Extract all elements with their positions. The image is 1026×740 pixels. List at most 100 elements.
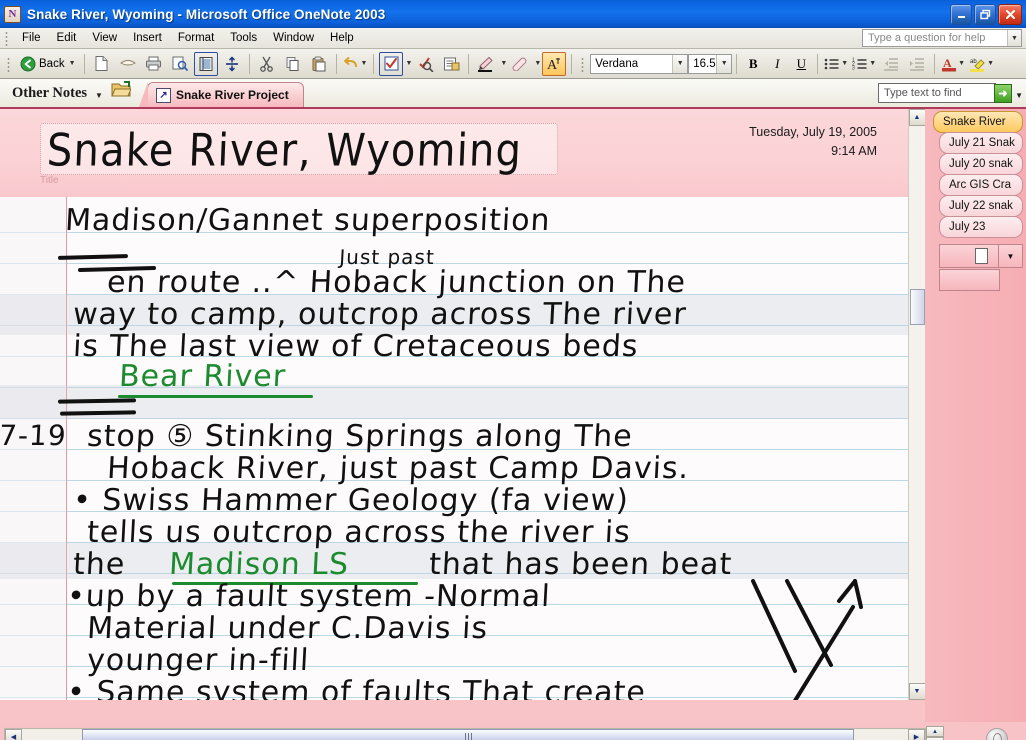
chevron-down-icon[interactable]: ▼: [716, 54, 732, 73]
copy-icon[interactable]: [281, 52, 305, 76]
toolbar-separator: [817, 53, 819, 74]
folder-name-label[interactable]: Other Notes: [0, 85, 95, 107]
note-body[interactable]: Madison/Gannet superposition Just past en …: [0, 197, 925, 700]
print-preview-icon[interactable]: [168, 52, 192, 76]
new-page-icon[interactable]: [90, 52, 114, 76]
close-button[interactable]: [998, 3, 1022, 25]
menu-help[interactable]: Help: [322, 30, 362, 46]
menu-tools[interactable]: Tools: [222, 30, 265, 46]
onenote-orb-icon[interactable]: [986, 728, 1008, 740]
undo-icon[interactable]: ▼: [342, 52, 369, 76]
open-folder-icon[interactable]: [111, 80, 137, 107]
note-ink-line: Madison/Gannet superposition: [64, 203, 552, 238]
bullets-icon[interactable]: ▼: [823, 52, 849, 76]
paste-icon[interactable]: [307, 52, 331, 76]
scroll-right-button[interactable]: ▶: [908, 729, 925, 740]
restore-button[interactable]: [974, 3, 996, 25]
chevron-down-icon[interactable]: ▼: [987, 60, 994, 67]
toolbar-separator: [736, 53, 738, 74]
chevron-down-icon[interactable]: ▼: [95, 91, 111, 107]
font-family-select[interactable]: Verdana ▼: [590, 53, 689, 74]
chevron-down-icon[interactable]: ▼: [534, 60, 541, 67]
menu-format[interactable]: Format: [170, 30, 222, 46]
svg-text:A: A: [943, 56, 952, 70]
eraser-icon[interactable]: [508, 52, 532, 76]
window-controls: [950, 3, 1024, 25]
pen-icon[interactable]: [474, 52, 498, 76]
cut-icon[interactable]: [255, 52, 279, 76]
scroll-left-button[interactable]: ◀: [5, 729, 22, 740]
page-tab-1[interactable]: July 21 Snak: [939, 132, 1023, 154]
menu-window[interactable]: Window: [265, 30, 322, 46]
horizontal-scroll-track[interactable]: [22, 729, 908, 740]
toolbar-gripper[interactable]: [5, 55, 14, 72]
chevron-down-icon[interactable]: ▼: [1015, 91, 1023, 100]
section-tab-snake-river-project[interactable]: ↗ Snake River Project: [138, 82, 304, 107]
page-vertical-scrollbar[interactable]: ▲ ▼: [908, 109, 926, 700]
page-scroll-buttons[interactable]: ▲ ▼: [926, 726, 944, 740]
decrease-indent-icon[interactable]: [879, 52, 903, 76]
find-input[interactable]: Type text to find: [878, 83, 996, 103]
menu-gripper[interactable]: [3, 30, 12, 46]
horizontal-scroll-thumb[interactable]: [82, 729, 854, 740]
chevron-down-icon[interactable]: ▼: [1007, 30, 1021, 46]
formatting-toolbar-gripper[interactable]: [579, 55, 589, 72]
chevron-down-icon[interactable]: ▼: [361, 60, 368, 67]
font-color-icon[interactable]: A ▼: [940, 52, 966, 76]
print-icon[interactable]: [142, 52, 166, 76]
underline-button[interactable]: U: [790, 53, 812, 75]
page-tab-overflow-strip[interactable]: [939, 269, 1000, 291]
page-date-block[interactable]: Tuesday, July 19, 2005 9:14 AM: [749, 123, 877, 161]
back-button[interactable]: Back ▼: [16, 52, 80, 76]
chevron-down-icon[interactable]: ▼: [841, 60, 848, 67]
bold-button[interactable]: B: [742, 53, 764, 75]
chevron-down-icon[interactable]: ▼: [672, 54, 688, 73]
increase-indent-icon[interactable]: [905, 52, 929, 76]
page-setup-icon[interactable]: [220, 52, 244, 76]
new-side-note-icon[interactable]: [116, 52, 140, 76]
scroll-down-button[interactable]: ▼: [908, 683, 926, 700]
font-size-select[interactable]: 16.5 ▼: [688, 53, 733, 74]
selection-tool-icon[interactable]: A: [542, 51, 567, 76]
italic-button[interactable]: I: [766, 53, 788, 75]
go-arrow-icon[interactable]: ➜: [994, 84, 1012, 103]
section-icon: ↗: [155, 87, 171, 103]
page-tab-0[interactable]: Snake River: [933, 111, 1023, 133]
rule-lines-icon[interactable]: [193, 51, 218, 76]
tag-note-icon[interactable]: [379, 51, 404, 76]
page-tab-label: July 22 snak: [949, 200, 1013, 212]
note-page[interactable]: Snake River, Wyoming Title Tuesday, July…: [0, 109, 925, 700]
help-search-input[interactable]: Type a question for help ▼: [862, 29, 1022, 47]
menu-view[interactable]: View: [84, 30, 125, 46]
chevron-down-icon[interactable]: ▼: [998, 244, 1022, 268]
section-tab-bar: Other Notes ▼ ↗ Snake River Project Type…: [0, 79, 1026, 109]
scroll-up-button[interactable]: ▲: [908, 109, 926, 126]
menu-file[interactable]: File: [14, 30, 49, 46]
numbering-icon[interactable]: 123 ▼: [851, 52, 877, 76]
note-ink-line: Hoback River, just past Camp Davis.: [106, 451, 691, 486]
vertical-scroll-thumb[interactable]: [910, 289, 925, 325]
note-ink-line: way to camp, outcrop across The river: [72, 297, 688, 332]
insert-outlook-task-icon[interactable]: [439, 52, 463, 76]
page-title: Snake River, Wyoming: [45, 125, 524, 177]
menu-insert[interactable]: Insert: [125, 30, 170, 46]
title-bar: N Snake River, Wyoming - Microsoft Offic…: [0, 0, 1026, 28]
page-tab-3[interactable]: Arc GIS Cra: [939, 174, 1023, 196]
page-tab-4[interactable]: July 22 snak: [939, 195, 1023, 217]
new-page-button[interactable]: ▼: [939, 244, 1023, 268]
menu-edit[interactable]: Edit: [49, 30, 85, 46]
horizontal-scrollbar[interactable]: ◀ ▶: [4, 728, 926, 740]
scroll-page-up-button[interactable]: ▲: [926, 726, 944, 737]
highlight-icon[interactable]: ab ▼: [968, 52, 995, 76]
minimize-button[interactable]: [950, 3, 972, 25]
chevron-down-icon[interactable]: ▼: [405, 60, 412, 67]
margin-rule-line: [66, 197, 67, 700]
page-tab-2[interactable]: July 20 snak: [939, 153, 1023, 175]
chevron-down-icon[interactable]: ▼: [958, 60, 965, 67]
chevron-down-icon[interactable]: ▼: [500, 60, 507, 67]
find-tags-icon[interactable]: [413, 52, 437, 76]
chevron-down-icon[interactable]: ▼: [869, 60, 876, 67]
page-tab-5[interactable]: July 23: [939, 216, 1023, 238]
chevron-down-icon[interactable]: ▼: [69, 60, 76, 67]
toolbar-separator: [934, 53, 936, 74]
